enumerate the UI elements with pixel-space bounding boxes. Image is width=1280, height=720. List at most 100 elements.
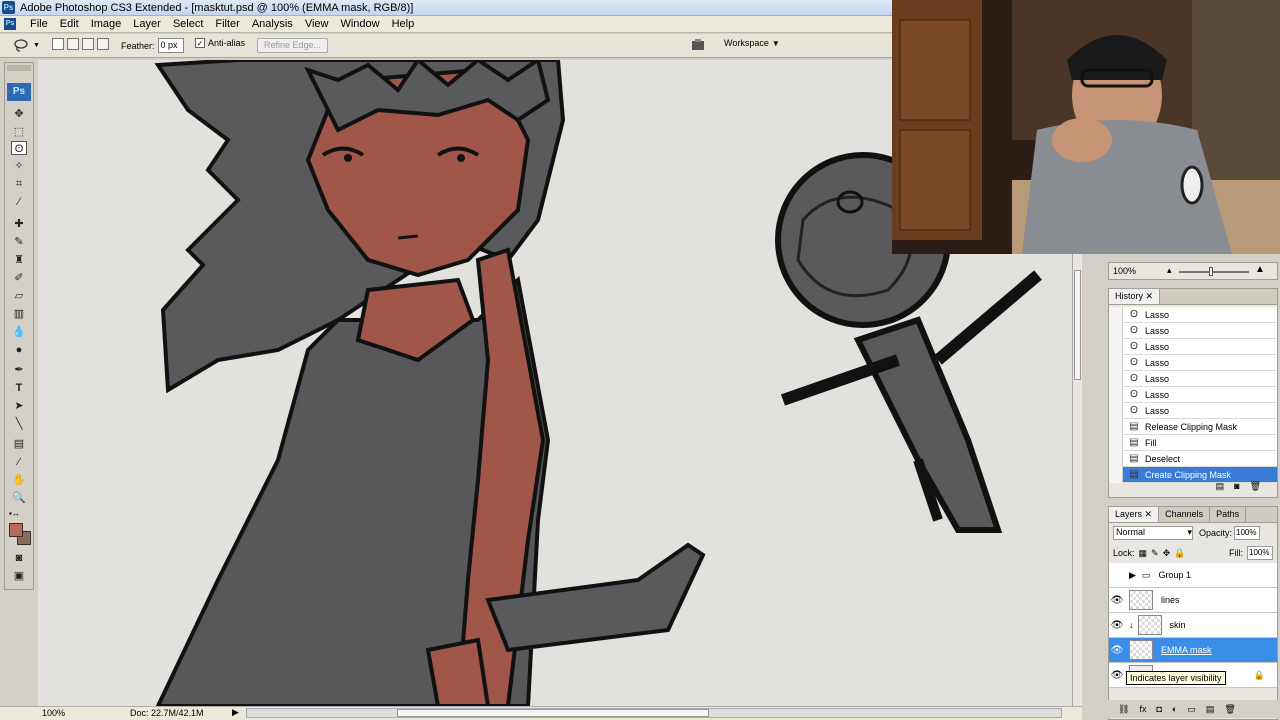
hand-tool-icon[interactable]: ✋: [11, 473, 27, 487]
lock-transparency-icon[interactable]: ▦: [1139, 548, 1148, 559]
fill-input[interactable]: 100%: [1247, 546, 1273, 560]
foreground-color-swatch[interactable]: [9, 523, 23, 537]
layer-name[interactable]: lines: [1161, 595, 1180, 605]
expand-arrow-icon[interactable]: ▶: [1129, 570, 1136, 581]
pen-tool-icon[interactable]: ✒: [11, 363, 27, 377]
history-state[interactable]: ʘ Lasso: [1109, 402, 1277, 419]
add-selection-button[interactable]: [67, 38, 79, 50]
line-tool-icon[interactable]: ╲: [11, 417, 27, 431]
history-state[interactable]: ▤ Deselect: [1109, 450, 1277, 467]
type-tool-icon[interactable]: T: [11, 381, 27, 395]
eye-icon[interactable]: 👁: [1109, 595, 1125, 606]
delete-layer-icon[interactable]: 🗑: [1224, 704, 1235, 715]
screen-mode-icon[interactable]: ▣: [11, 569, 27, 583]
menu-file[interactable]: File: [24, 17, 54, 31]
tab-history[interactable]: History ✕: [1109, 289, 1161, 304]
zoom-slider-knob[interactable]: [1209, 267, 1213, 276]
new-snapshot-icon[interactable]: ◙: [1234, 481, 1239, 497]
default-colors-icon[interactable]: ▪↔: [9, 509, 20, 518]
history-brush-source[interactable]: [1109, 322, 1123, 339]
menu-view[interactable]: View: [299, 17, 335, 31]
tool-palette-icon[interactable]: [690, 38, 708, 52]
layer-style-icon[interactable]: fx: [1139, 704, 1146, 714]
adjustment-layer-icon[interactable]: ◐: [1172, 704, 1177, 714]
layer-row[interactable]: ▶ ▭ Group 1: [1109, 563, 1277, 588]
layer-row[interactable]: 👁 EMMA mask: [1109, 638, 1277, 663]
history-brush-source[interactable]: [1109, 386, 1123, 403]
subtract-selection-button[interactable]: [82, 38, 94, 50]
workspace-menu[interactable]: Workspace ▼: [724, 38, 780, 48]
zoom-slider[interactable]: [1179, 271, 1249, 273]
intersect-selection-button[interactable]: [97, 38, 109, 50]
layer-thumbnail[interactable]: [1137, 615, 1162, 635]
zoom-tool-icon[interactable]: 🔍: [11, 491, 27, 505]
history-state[interactable]: ʘ Lasso: [1109, 354, 1277, 371]
opacity-input[interactable]: 100%: [1234, 526, 1261, 540]
zoom-in-icon[interactable]: ▲: [1255, 264, 1265, 275]
blend-mode-select[interactable]: Normal ▾: [1113, 526, 1193, 540]
close-icon[interactable]: ✕: [1145, 509, 1153, 519]
layer-thumbnail[interactable]: [1129, 640, 1153, 660]
feather-input[interactable]: 0 px: [157, 38, 184, 53]
refine-edge-button[interactable]: Refine Edge...: [257, 38, 329, 53]
eraser-tool-icon[interactable]: ▱: [11, 289, 27, 303]
lasso-tool-icon[interactable]: ʘ: [11, 141, 27, 155]
menu-edit[interactable]: Edit: [54, 17, 85, 31]
history-state[interactable]: ʘ Lasso: [1109, 306, 1277, 323]
history-brush-source[interactable]: [1109, 370, 1123, 387]
clone-stamp-tool-icon[interactable]: ♜: [11, 253, 27, 267]
zoom-level[interactable]: 100%: [42, 708, 65, 718]
lock-position-icon[interactable]: ✥: [1163, 548, 1171, 559]
menu-window[interactable]: Window: [334, 17, 385, 31]
brush-tool-icon[interactable]: ✎: [11, 235, 27, 249]
lock-all-icon[interactable]: 🔒: [1174, 548, 1185, 559]
eye-icon[interactable]: 👁: [1109, 620, 1125, 631]
eyedropper-tool-icon-2[interactable]: ⁄: [11, 455, 27, 469]
menu-layer[interactable]: Layer: [127, 17, 167, 31]
history-state[interactable]: ▤ Fill: [1109, 434, 1277, 451]
tab-layers[interactable]: Layers ✕: [1109, 507, 1160, 522]
marquee-tool-icon[interactable]: ⬚: [11, 125, 27, 139]
history-state[interactable]: ʘ Lasso: [1109, 322, 1277, 339]
layer-thumbnail[interactable]: [1129, 590, 1153, 610]
toolbox-grip[interactable]: [7, 65, 31, 71]
gradient-tool-icon[interactable]: ▥: [11, 307, 27, 321]
layer-name[interactable]: skin: [1170, 620, 1186, 630]
history-state[interactable]: ʘ Lasso: [1109, 338, 1277, 355]
menu-help[interactable]: Help: [386, 17, 421, 31]
layer-mask-icon[interactable]: ◘: [1156, 704, 1161, 714]
notes-tool-icon[interactable]: ▤: [11, 437, 27, 451]
blur-tool-icon[interactable]: 💧: [11, 325, 27, 339]
navigator-zoom[interactable]: 100%: [1113, 266, 1136, 276]
close-icon[interactable]: ✕: [1146, 291, 1154, 301]
app-menu-icon[interactable]: Ps: [4, 18, 16, 30]
history-brush-tool-icon[interactable]: ✐: [11, 271, 27, 285]
history-brush-source[interactable]: [1109, 306, 1123, 323]
eye-icon[interactable]: 👁: [1109, 645, 1125, 656]
delete-state-icon[interactable]: 🗑: [1250, 481, 1261, 497]
status-menu-arrow-icon[interactable]: ▶: [232, 707, 239, 718]
quick-mask-icon[interactable]: ◙: [11, 551, 27, 565]
healing-brush-tool-icon[interactable]: ✚: [11, 217, 27, 231]
antialias-checkbox[interactable]: ✓: [195, 38, 205, 48]
layer-row[interactable]: 👁 ↓ skin: [1109, 613, 1277, 638]
new-selection-button[interactable]: [52, 38, 64, 50]
path-selection-tool-icon[interactable]: ➤: [11, 399, 27, 413]
menu-analysis[interactable]: Analysis: [246, 17, 299, 31]
history-brush-source[interactable]: [1109, 402, 1123, 419]
layer-row[interactable]: 👁 lines: [1109, 588, 1277, 613]
new-layer-icon[interactable]: ▤: [1206, 704, 1215, 715]
layer-name[interactable]: Group 1: [1158, 570, 1191, 580]
history-state[interactable]: ▤ Release Clipping Mask: [1109, 418, 1277, 435]
history-brush-source[interactable]: [1109, 450, 1123, 467]
history-brush-source[interactable]: [1109, 338, 1123, 355]
lock-pixels-icon[interactable]: ✎: [1151, 548, 1159, 559]
new-document-from-state-icon[interactable]: ▤: [1216, 481, 1225, 497]
zoom-out-icon[interactable]: ▴: [1167, 265, 1172, 276]
menu-filter[interactable]: Filter: [209, 17, 245, 31]
history-brush-source[interactable]: [1109, 354, 1123, 371]
menu-image[interactable]: Image: [85, 17, 128, 31]
vertical-scroll-thumb[interactable]: [1074, 270, 1081, 380]
history-brush-source[interactable]: [1109, 418, 1123, 435]
tab-channels[interactable]: Channels: [1159, 507, 1211, 522]
